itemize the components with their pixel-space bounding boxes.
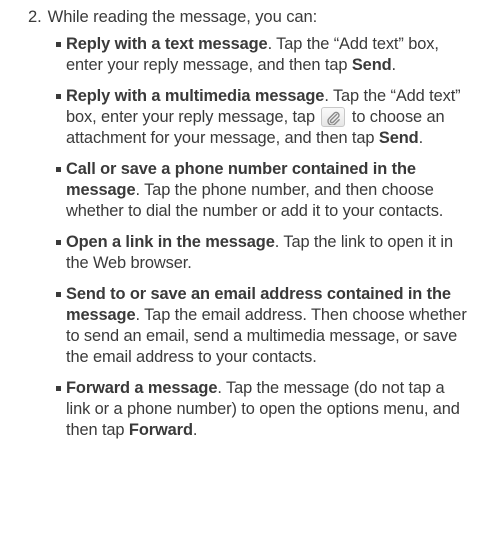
list-item-forward: Forward a message. Tap the message (do n…	[56, 378, 470, 441]
item-lead: Reply with a multimedia message	[66, 87, 325, 105]
bullet	[56, 240, 61, 245]
item-text: .	[192, 421, 198, 439]
list-item-open-link: Open a link in the message. Tap the link…	[56, 232, 470, 274]
item-text: .	[418, 129, 424, 147]
item-text: .	[391, 56, 397, 74]
step-2: 2. While reading the message, you can:	[28, 6, 470, 27]
list-item-reply-multimedia: Reply with a multimedia message. Tap the…	[56, 86, 470, 149]
bullet	[56, 292, 61, 297]
send-keyword: Send	[378, 129, 419, 147]
list-item-email-address: Send to or save an email address contain…	[56, 284, 470, 368]
step-number: 2.	[28, 7, 42, 26]
bullet	[56, 94, 61, 99]
manual-page: 2. While reading the message, you can: Re…	[0, 0, 484, 548]
list-item-call-save-number: Call or save a phone number contained in…	[56, 159, 470, 222]
bullet	[56, 167, 61, 172]
bullet	[56, 386, 61, 391]
paperclip-icon	[321, 106, 346, 127]
item-lead: Reply with a text message	[66, 35, 268, 53]
item-lead: Forward a message	[66, 379, 218, 397]
list-item-reply-text: Reply with a text message. Tap the “Add …	[56, 34, 470, 76]
step-text: While reading the message, you can:	[47, 7, 318, 26]
send-keyword: Send	[351, 56, 392, 74]
options-list: Reply with a text message. Tap the “Add …	[28, 34, 470, 441]
bullet	[56, 42, 61, 47]
item-lead: Open a link in the message	[66, 233, 275, 251]
forward-keyword: Forward	[128, 421, 193, 439]
